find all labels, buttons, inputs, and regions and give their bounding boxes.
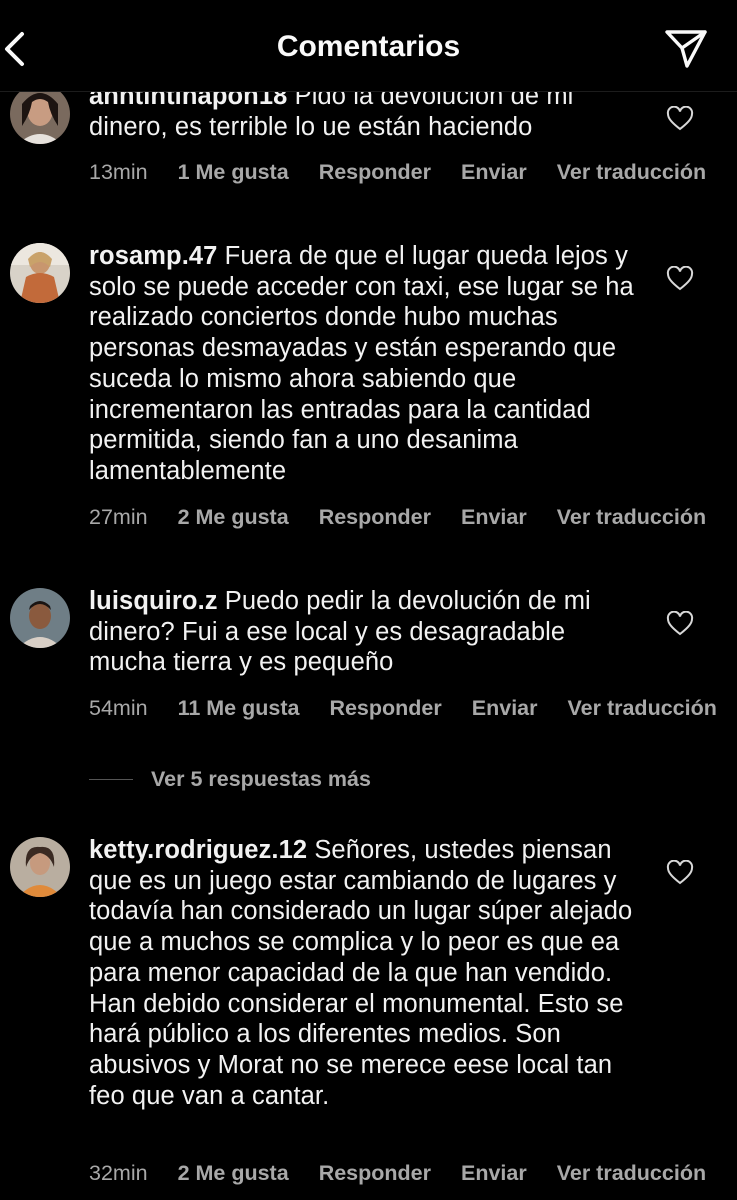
heart-icon (666, 859, 694, 885)
view-replies-button[interactable]: Ver 5 respuestas más (89, 764, 371, 794)
heart-icon (666, 610, 694, 636)
comment-username[interactable]: ketty.rodriguez.12 (89, 836, 307, 864)
like-button[interactable] (666, 265, 694, 292)
send-button[interactable]: Enviar (461, 505, 527, 529)
view-replies-label: Ver 5 respuestas más (151, 766, 371, 791)
translate-button[interactable]: Ver traducción (557, 505, 706, 529)
comment-text: rosamp.47 Fuera de que el lugar queda le… (89, 241, 649, 487)
send-button[interactable]: Enviar (461, 160, 527, 184)
avatar[interactable] (10, 84, 70, 144)
replies-divider (89, 778, 133, 780)
reply-button[interactable]: Responder (319, 160, 431, 184)
reply-button[interactable]: Responder (319, 505, 431, 529)
comment-text: ketty.rodriguez.12 Señores, ustedes pien… (89, 835, 649, 1111)
translate-button[interactable]: Ver traducción (557, 160, 706, 184)
likes-count[interactable]: 1 Me gusta (178, 160, 289, 184)
comment-text: luisquiro.z Puedo pedir la devolución de… (89, 586, 649, 678)
comment-username[interactable]: rosamp.47 (89, 242, 217, 270)
share-button[interactable] (663, 26, 709, 72)
avatar[interactable] (10, 837, 70, 897)
avatar[interactable] (10, 588, 70, 648)
comment-body: Señores, ustedes piensan que es un juego… (89, 836, 633, 1110)
likes-count[interactable]: 11 Me gusta (178, 696, 300, 720)
comment-timestamp: 13min (89, 160, 148, 184)
page-title: Comentarios (276, 30, 461, 63)
likes-count[interactable]: 2 Me gusta (178, 505, 289, 529)
send-button[interactable]: Enviar (461, 1161, 527, 1185)
heart-icon (666, 265, 694, 291)
comment-actions: 32min 2 Me gusta Responder Enviar Ver traduc… (89, 1161, 736, 1186)
avatar[interactable] (10, 243, 70, 303)
likes-count[interactable]: 2 Me gusta (178, 1161, 289, 1185)
reply-button[interactable]: Responder (329, 696, 441, 720)
like-button[interactable] (666, 105, 694, 132)
send-button[interactable]: Enviar (472, 696, 538, 720)
reply-button[interactable]: Responder (319, 1161, 431, 1185)
translate-button[interactable]: Ver traducción (568, 696, 717, 720)
paper-plane-icon (665, 30, 707, 68)
comment-actions: 27min 2 Me gusta Responder Enviar Ver traduc… (89, 505, 736, 530)
comment-actions: 54min 11 Me gusta Responder Enviar Ver tradu… (89, 696, 737, 721)
header: Comentarios (0, 0, 737, 92)
like-button[interactable] (666, 859, 694, 886)
heart-icon (666, 105, 694, 131)
comment-body: Fuera de que el lugar queda lejos y solo… (89, 242, 634, 485)
comment-timestamp: 32min (89, 1161, 148, 1185)
comment-timestamp: 27min (89, 505, 148, 529)
comment-username[interactable]: luisquiro.z (89, 587, 218, 615)
like-button[interactable] (666, 610, 694, 637)
translate-button[interactable]: Ver traducción (557, 1161, 706, 1185)
comment-timestamp: 54min (89, 696, 148, 720)
comment-actions: 13min 1 Me gusta Responder Enviar Ver traduc… (89, 160, 736, 185)
